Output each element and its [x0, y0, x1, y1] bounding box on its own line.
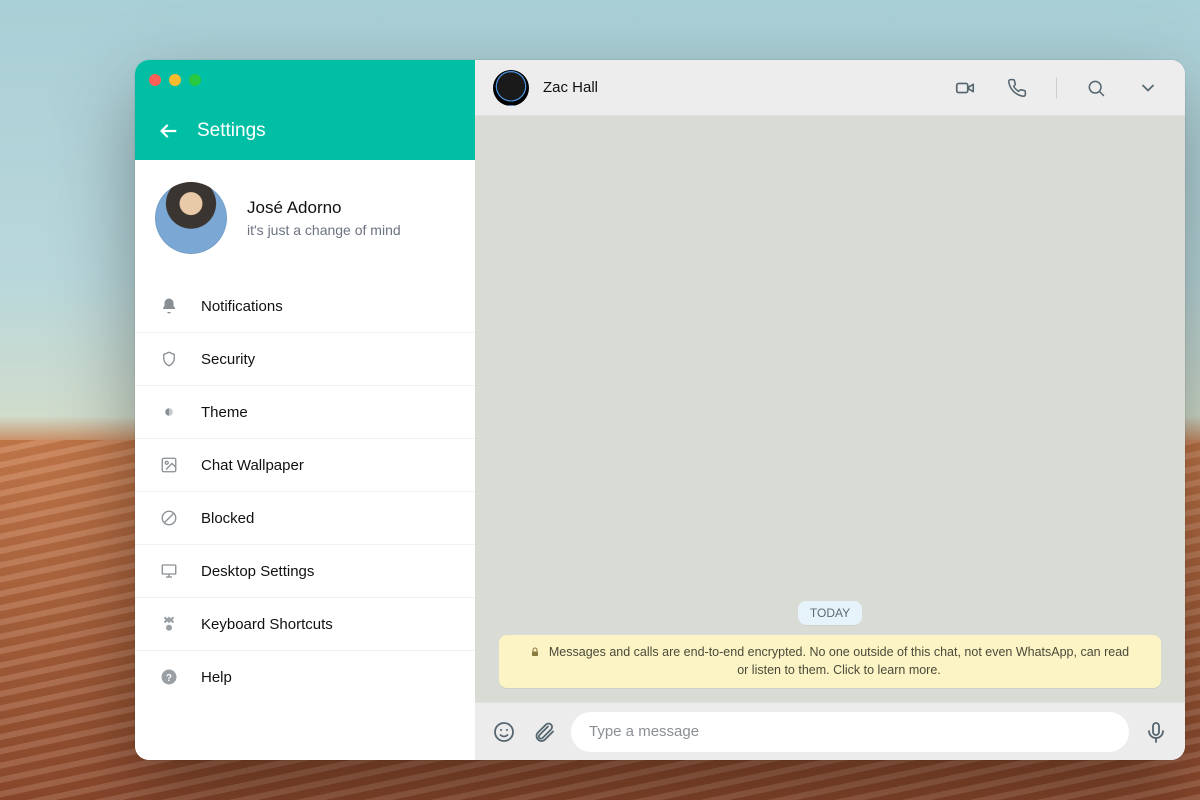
menu-item-chat-wallpaper[interactable]: Chat Wallpaper [135, 439, 475, 492]
search-button[interactable] [1077, 69, 1115, 107]
desktop-icon [159, 561, 179, 581]
menu-item-keyboard-shortcuts[interactable]: Keyboard Shortcuts [135, 598, 475, 651]
profile-name: José Adorno [247, 198, 401, 218]
settings-menu: Notifications Security Theme [135, 280, 475, 703]
menu-item-label: Desktop Settings [201, 563, 314, 580]
profile-status: it's just a change of mind [247, 222, 401, 238]
profile-avatar [155, 182, 227, 254]
contact-avatar[interactable] [493, 70, 529, 106]
lock-icon [529, 646, 541, 658]
app-window: Settings José Adorno it's just a change … [135, 60, 1185, 760]
contact-name[interactable]: Zac Hall [543, 79, 598, 96]
attach-button[interactable] [531, 719, 557, 745]
menu-item-label: Help [201, 669, 232, 686]
separator [1056, 77, 1057, 99]
menu-item-notifications[interactable]: Notifications [135, 280, 475, 333]
window-close-button[interactable] [149, 74, 161, 86]
menu-item-label: Security [201, 351, 255, 368]
sidebar-title: Settings [197, 120, 266, 142]
mic-button[interactable] [1143, 719, 1169, 745]
encryption-notice-text: Messages and calls are end-to-end encryp… [547, 643, 1131, 681]
blocked-icon [159, 508, 179, 528]
desktop-wallpaper: Settings José Adorno it's just a change … [0, 0, 1200, 800]
menu-item-label: Keyboard Shortcuts [201, 616, 333, 633]
window-controls [149, 74, 201, 86]
shield-icon [159, 349, 179, 369]
emoji-button[interactable] [491, 719, 517, 745]
profile-text: José Adorno it's just a change of mind [247, 198, 401, 238]
encryption-notice[interactable]: Messages and calls are end-to-end encryp… [499, 635, 1161, 689]
message-composer [475, 702, 1185, 760]
profile-section[interactable]: José Adorno it's just a change of mind [135, 160, 475, 280]
bell-icon [159, 296, 179, 316]
menu-item-label: Blocked [201, 510, 254, 527]
theme-icon [159, 402, 179, 422]
chat-header: Zac Hall [475, 60, 1185, 116]
wallpaper-icon [159, 455, 179, 475]
video-call-button[interactable] [946, 69, 984, 107]
menu-item-label: Notifications [201, 298, 283, 315]
menu-item-help[interactable]: ? Help [135, 651, 475, 703]
menu-item-desktop-settings[interactable]: Desktop Settings [135, 545, 475, 598]
voice-call-button[interactable] [998, 69, 1036, 107]
svg-text:?: ? [166, 673, 172, 684]
date-separator: TODAY [798, 601, 862, 625]
chevron-down-icon[interactable] [1129, 69, 1167, 107]
window-zoom-button[interactable] [189, 74, 201, 86]
help-icon: ? [159, 667, 179, 687]
sidebar-header: Settings [135, 60, 475, 160]
menu-item-label: Theme [201, 404, 248, 421]
window-minimize-button[interactable] [169, 74, 181, 86]
chat-body: TODAY Messages and calls are end-to-end … [475, 116, 1185, 702]
keyboard-icon [159, 614, 179, 634]
menu-item-security[interactable]: Security [135, 333, 475, 386]
menu-item-theme[interactable]: Theme [135, 386, 475, 439]
chat-panel: Zac Hall TODAY [475, 60, 1185, 760]
menu-item-blocked[interactable]: Blocked [135, 492, 475, 545]
menu-item-label: Chat Wallpaper [201, 457, 304, 474]
settings-sidebar: Settings José Adorno it's just a change … [135, 60, 475, 760]
message-input[interactable] [571, 712, 1129, 752]
back-arrow-icon[interactable] [157, 120, 179, 142]
